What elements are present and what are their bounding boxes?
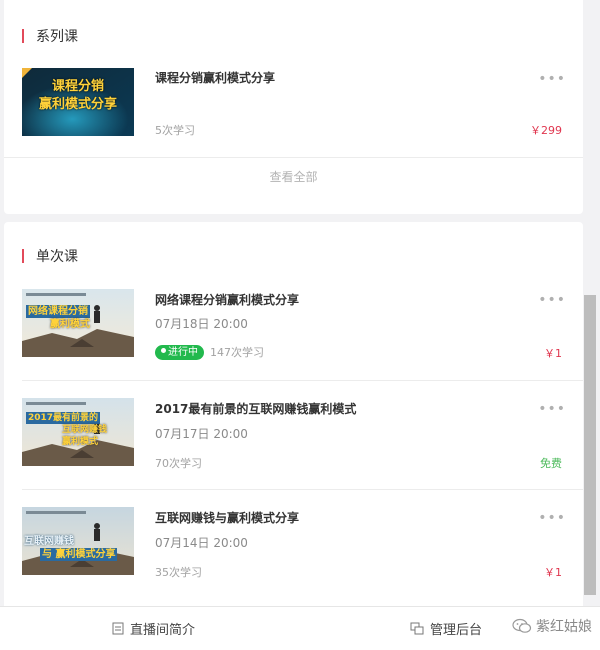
learner-count: 5次学习 (155, 124, 195, 137)
live-dot-icon (161, 348, 166, 353)
divider (22, 380, 583, 381)
thumb-text-line: 赢利模式 (50, 319, 90, 330)
thumb-text-line: 网络课程分销 (26, 305, 90, 318)
watermark-text: 紫红姑娘 (536, 619, 592, 635)
thumb-text-line: 赢利模式分享 (38, 97, 117, 112)
course-price: ￥299 (530, 124, 562, 137)
course-date: 07月17日 20:00 (155, 427, 248, 441)
course-date: 07月18日 20:00 (155, 317, 248, 331)
live-status-badge: 进行中 (155, 344, 204, 360)
course-price: ￥1 (544, 566, 562, 579)
course-title: 网络课程分销赢利模式分享 (155, 293, 300, 307)
single-course-item[interactable]: 网络课程分销 赢利模式 网络课程分销赢利模式分享 07月18日 20:00 进行… (22, 289, 572, 379)
bottom-bar: 直播间简介 管理后台 紫红姑娘 (0, 606, 600, 650)
course-thumbnail: 网络课程分销 赢利模式 (22, 289, 134, 357)
single-section-title: 单次课 (36, 249, 78, 265)
series-section-title: 系列课 (36, 29, 78, 45)
live-room-intro-button[interactable]: 直播间简介 (112, 619, 195, 638)
learner-count: 35次学习 (155, 566, 202, 579)
course-status-row: 35次学习 (155, 564, 202, 580)
live-room-intro-label: 直播间简介 (130, 623, 196, 638)
course-date: 07月14日 20:00 (155, 536, 248, 550)
course-title: 2017最有前景的互联网赚钱赢利模式 (155, 402, 357, 416)
course-price: ￥1 (544, 347, 562, 360)
course-thumbnail: 2017最有前景的 互联网赚钱 赢利模式 (22, 398, 134, 466)
wechat-watermark: 紫红姑娘 (512, 616, 592, 636)
section-accent-bar (22, 249, 24, 263)
single-course-item[interactable]: 2017最有前景的 互联网赚钱 赢利模式 2017最有前景的互联网赚钱赢利模式 … (22, 398, 572, 488)
more-options-icon[interactable]: ••• (538, 72, 566, 86)
divider (4, 157, 583, 158)
course-thumbnail: 互联网赚钱 与 赢利模式分享 (22, 507, 134, 575)
single-course-item[interactable]: 互联网赚钱 与 赢利模式分享 互联网赚钱与赢利模式分享 07月14日 20:00… (22, 507, 572, 597)
section-accent-bar (22, 29, 24, 43)
course-status-row: 进行中 147次学习 (155, 344, 264, 360)
scrollbar[interactable] (584, 295, 596, 595)
thumb-text-line: 互联网赚钱 (62, 425, 108, 435)
course-status-row: 70次学习 (155, 455, 202, 471)
learner-count: 147次学习 (210, 346, 264, 359)
thumb-text-line: 赢利模式 (62, 437, 99, 447)
learner-count: 70次学习 (155, 457, 202, 470)
thumb-text-line: 互联网赚钱 (24, 536, 74, 547)
single-course-card: 单次课 网络课程分销 赢利模式 网络课程分销赢利模式分享 07月18日 20:0… (4, 222, 583, 606)
more-options-icon[interactable]: ••• (538, 402, 566, 416)
series-section-header: 系列课 (22, 26, 78, 46)
thumb-text-line: 课程分销 (51, 79, 104, 94)
thumb-text-line: 与 赢利模式分享 (40, 548, 118, 561)
wechat-icon (512, 618, 532, 633)
course-title: 课程分销赢利模式分享 (155, 71, 276, 85)
thumb-text-line: 2017最有前景的 (26, 412, 101, 424)
course-price: 免费 (540, 457, 562, 470)
divider (22, 489, 583, 490)
admin-console-label: 管理后台 (430, 623, 483, 638)
live-status-label: 进行中 (168, 346, 198, 358)
single-section-header: 单次课 (22, 246, 78, 266)
course-title: 互联网赚钱与赢利模式分享 (155, 511, 300, 525)
series-course-item[interactable]: 课程分销 赢利模式分享 课程分销赢利模式分享 5次学习 ￥299 ••• (22, 68, 572, 138)
document-icon (112, 622, 124, 635)
course-learners: 5次学习 (155, 122, 195, 138)
view-all-link[interactable]: 查看全部 (4, 168, 583, 185)
admin-console-button[interactable]: 管理后台 (410, 619, 482, 638)
more-options-icon[interactable]: ••• (538, 511, 566, 525)
copy-windows-icon (410, 622, 424, 635)
more-options-icon[interactable]: ••• (538, 293, 566, 307)
series-course-card: 系列课 课程分销 赢利模式分享 课程分销赢利模式分享 5次学习 ￥299 •••… (4, 0, 583, 214)
course-thumbnail: 课程分销 赢利模式分享 (22, 68, 134, 136)
